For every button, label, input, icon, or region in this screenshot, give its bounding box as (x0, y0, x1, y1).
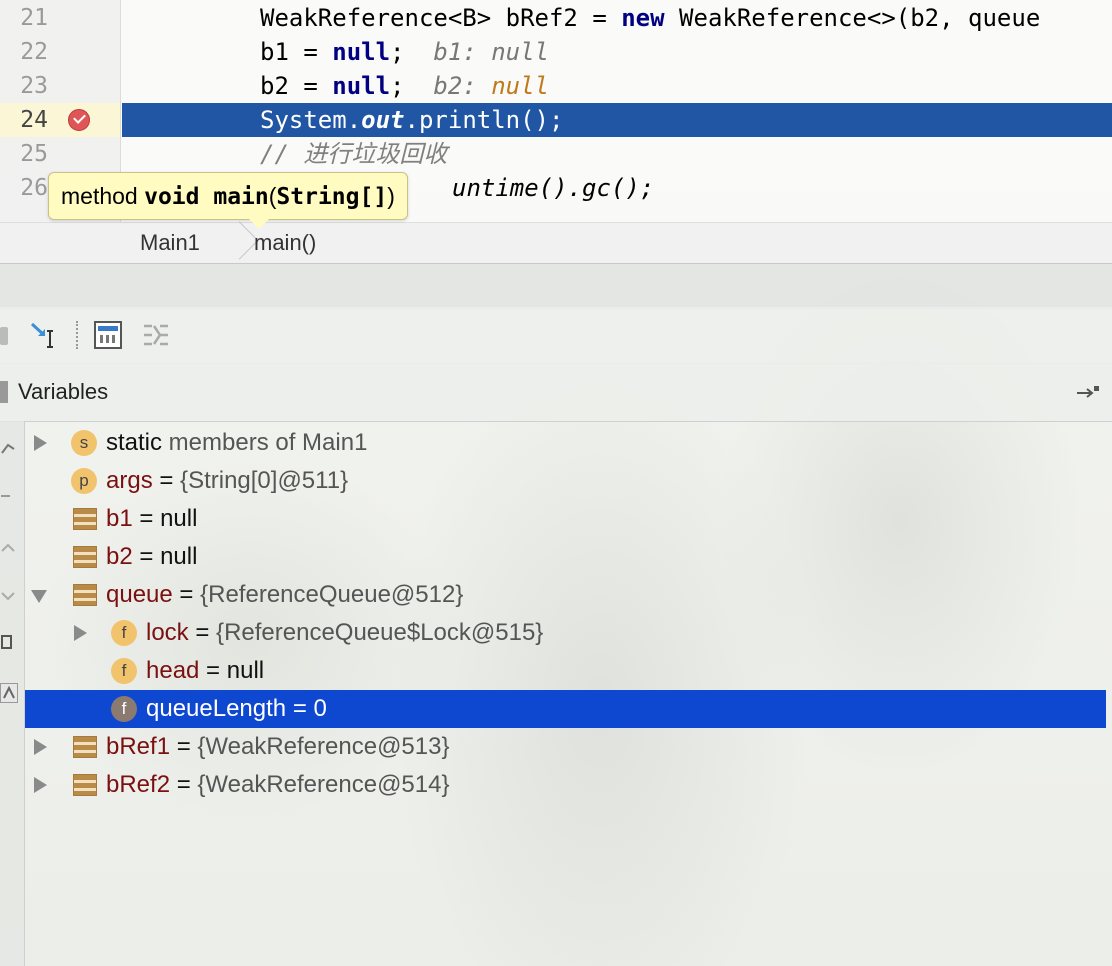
trace-streams-icon[interactable] (142, 321, 170, 349)
line-number: 26 (20, 175, 48, 201)
line-number: 21 (20, 5, 48, 31)
toolbar-separator (76, 321, 78, 349)
code-text: System.out.println(); (260, 106, 564, 134)
toolbar-overflow-icon[interactable] (0, 327, 8, 345)
code-text: WeakReference<B> bRef2 = new WeakReferen… (260, 4, 1041, 32)
breadcrumb: Main1 main() (0, 222, 1112, 263)
field-badge-icon: f (111, 620, 137, 646)
tree-row-bRef2[interactable]: bRef2 = {WeakReference@514} (25, 766, 1106, 804)
variables-panel-header: Variables (0, 363, 1112, 422)
code-editor[interactable]: 21 WeakReference<B> bRef2 = new WeakRefe… (0, 0, 1112, 263)
local-variable-icon (73, 508, 97, 530)
static-badge-icon: s (71, 430, 97, 456)
tree-row-queueLength-selected[interactable]: f queueLength = 0 (25, 690, 1106, 728)
breadcrumb-method[interactable]: main() (254, 230, 316, 256)
expand-arrow-icon[interactable] (34, 435, 47, 451)
debug-tool-window-header (0, 263, 1112, 309)
method-signature-tooltip: method void main(String[]) (48, 172, 408, 229)
step-into-cursor-icon[interactable] (30, 321, 58, 349)
restore-layout-icon[interactable] (1076, 381, 1100, 403)
remove-watch-icon[interactable] (0, 487, 16, 505)
code-comment: // 进行垃圾回收 (260, 140, 448, 168)
local-variable-icon (73, 774, 97, 796)
tree-row-lock[interactable]: f lock = {ReferenceQueue$Lock@515} (25, 614, 1106, 652)
code-line-23[interactable]: 23 b2 = null; b2: null (0, 69, 1112, 103)
line-number: 24 (20, 107, 48, 133)
expand-arrow-icon[interactable] (34, 739, 47, 755)
tree-row-bRef1[interactable]: bRef1 = {WeakReference@513} (25, 728, 1106, 766)
variables-side-toolbar (0, 421, 25, 966)
watch-icon[interactable] (0, 439, 16, 457)
code-text: untime().gc(); (452, 174, 655, 202)
inline-value-hint: b1: null (433, 38, 549, 66)
field-badge-icon: f (111, 658, 137, 684)
parameter-badge-icon: p (71, 468, 97, 494)
local-variable-icon (73, 584, 97, 606)
line-number: 23 (20, 73, 48, 99)
show-types-icon[interactable] (0, 683, 18, 703)
code-line-21[interactable]: 21 WeakReference<B> bRef2 = new WeakRefe… (0, 1, 1112, 35)
variables-tree: s static members of Main1 p args = {Stri… (25, 421, 1112, 966)
tree-row-b1[interactable]: b1 = null (25, 500, 1106, 538)
local-variable-icon (73, 546, 97, 568)
expand-arrow-icon[interactable] (74, 625, 87, 641)
copy-icon[interactable] (0, 633, 16, 651)
local-variable-icon (73, 736, 97, 758)
code-line-24-current[interactable]: 24 System.out.println(); (0, 103, 1112, 137)
breadcrumb-class[interactable]: Main1 (140, 230, 200, 256)
panel-edge-icon (0, 381, 8, 403)
code-line-25[interactable]: 25 // 进行垃圾回收 (0, 137, 1112, 171)
inline-value-hint: b2: null (433, 72, 549, 100)
line-number: 22 (20, 39, 48, 65)
field-badge-icon: f (111, 696, 137, 722)
code-line-22[interactable]: 22 b1 = null; b1: null (0, 35, 1112, 69)
line-number: 25 (20, 141, 48, 167)
tree-row-head[interactable]: f head = null (25, 652, 1106, 690)
tooltip-arrow (249, 219, 269, 229)
expand-arrow-icon[interactable] (34, 777, 47, 793)
tree-row-queue[interactable]: queue = {ReferenceQueue@512} (25, 576, 1106, 614)
code-text: b1 = null; b1: null (260, 38, 549, 66)
breakpoint-icon[interactable] (68, 109, 90, 131)
collapse-arrow-icon[interactable] (31, 590, 47, 603)
variables-title: Variables (18, 379, 109, 404)
tree-row-b2[interactable]: b2 = null (25, 538, 1106, 576)
move-down-icon[interactable] (0, 587, 16, 605)
code-text: b2 = null; b2: null (260, 72, 549, 100)
breadcrumb-separator (226, 223, 246, 263)
tree-row-args[interactable]: p args = {String[0]@511} (25, 462, 1106, 500)
debug-toolbar (0, 307, 1112, 364)
evaluate-expression-icon[interactable] (94, 321, 122, 349)
move-up-icon[interactable] (0, 539, 16, 557)
tree-row-static-members[interactable]: s static members of Main1 (25, 424, 1106, 462)
